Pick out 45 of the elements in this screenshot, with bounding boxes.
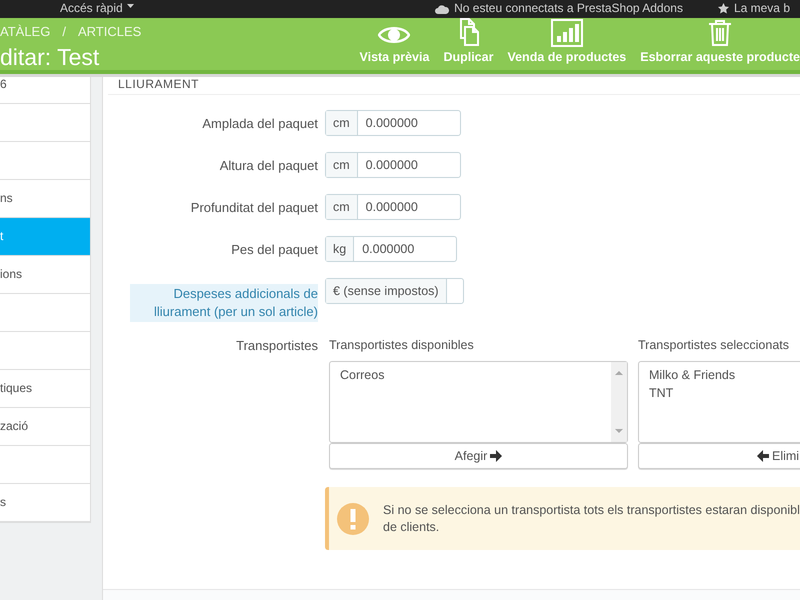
unit-label: cm	[326, 111, 358, 135]
field-label: Pes del paquet	[231, 242, 318, 257]
bar-chart-icon	[550, 19, 583, 47]
sidebar-item[interactable]: 6	[0, 74, 90, 104]
list-title: Transportistes seleccionats	[638, 338, 790, 354]
unit-label: cm	[326, 153, 358, 177]
addons-status-link[interactable]: No esteu connectats a PrestaShop Addons	[454, 2, 683, 14]
carrier-list[interactable]: Milko & Friends TNT	[638, 361, 800, 443]
trash-icon	[708, 19, 732, 47]
warning-text: Si no se selecciona un transportista tots els transportistes estaran disponibl de clients.	[383, 502, 800, 536]
input-field[interactable]: cm 0.000000	[325, 110, 461, 136]
sidebar-item[interactable]: ions	[0, 256, 90, 294]
page-title: ditar: Test	[0, 44, 100, 71]
account-link[interactable]: La meva b	[734, 2, 790, 14]
input-field[interactable]: € (sense impostos)	[325, 278, 464, 304]
field-label: Amplada del paquet	[202, 116, 318, 131]
sidebar-item[interactable]: tiques	[0, 370, 90, 408]
unit-label: kg	[326, 237, 354, 261]
sidebar-item[interactable]: s	[0, 484, 90, 522]
carrier-option[interactable]: Correos	[340, 366, 601, 384]
input-field[interactable]: kg 0.000000	[325, 236, 458, 262]
carrier-list[interactable]: Correos	[329, 361, 628, 443]
field-label: Altura del paquet	[220, 158, 318, 173]
arrow-left-icon	[757, 450, 769, 462]
field-label: Despeses addicionals de lliurament (per un sol article)	[130, 284, 318, 322]
cloud-icon	[435, 4, 450, 14]
unit-label: € (sense impostos)	[326, 279, 447, 303]
field-label: Transportistes	[236, 338, 318, 353]
warning-icon	[337, 502, 369, 534]
list-title: Transportistes disponibles	[329, 338, 475, 354]
caret-icon	[126, 4, 134, 8]
arrow-right-icon	[490, 450, 502, 462]
input-field[interactable]: cm 0.000000	[325, 152, 461, 178]
input-field[interactable]: cm 0.000000	[325, 194, 461, 220]
section-title: LLIURAMENT	[108, 74, 800, 95]
field-label: Profunditat del paquet	[190, 200, 318, 215]
carrier-option[interactable]: Milko & Friends	[649, 366, 800, 384]
add-button[interactable]: Afegir	[329, 443, 628, 469]
sidebar-item[interactable]: zació	[0, 408, 90, 446]
unit-label: cm	[326, 195, 358, 219]
star-icon	[718, 3, 729, 14]
quick-access-menu[interactable]: Accés ràpid	[60, 2, 134, 14]
remove-button[interactable]: Elimi	[638, 443, 800, 469]
carrier-option[interactable]: TNT	[649, 384, 800, 402]
breadcrumb-separator: /	[62, 24, 66, 39]
